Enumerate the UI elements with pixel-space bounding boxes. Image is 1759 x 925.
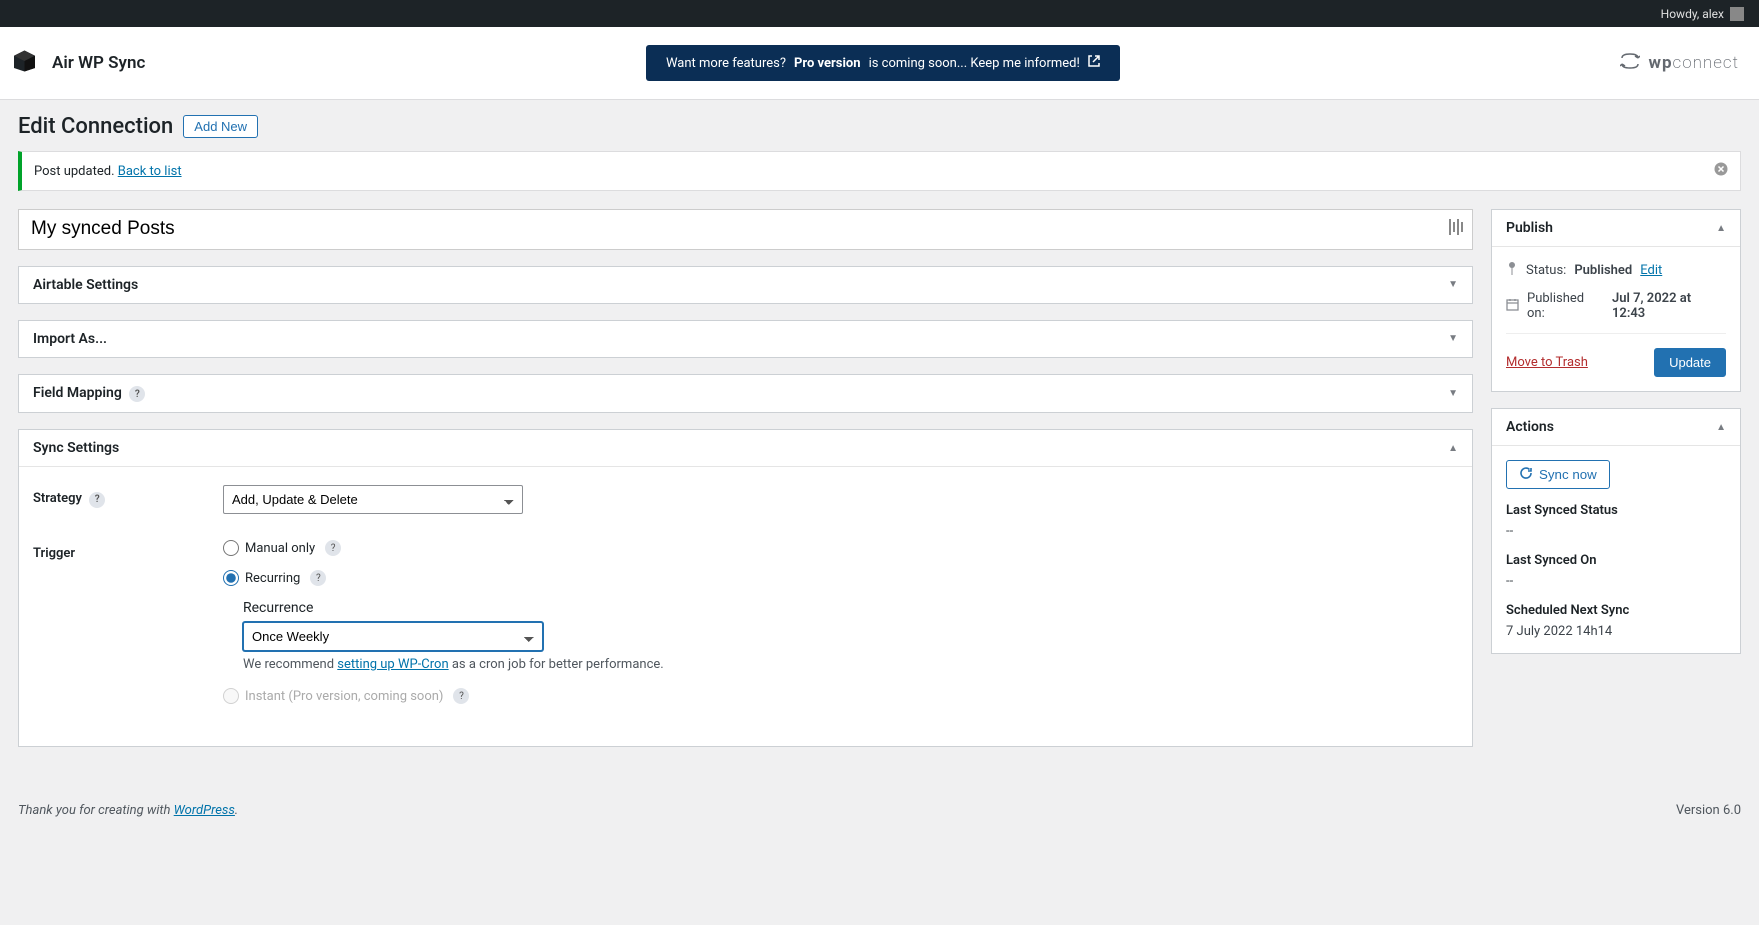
sync-settings-toggle[interactable]: Sync Settings ▲ [19,430,1472,466]
field-mapping-box: Field Mapping ? ▼ [18,374,1473,414]
trigger-manual-option[interactable]: Manual only ? [223,540,1458,556]
chevron-up-icon: ▲ [1716,223,1726,234]
admin-footer: Thank you for creating with WordPress. V… [0,763,1759,836]
admin-bar: Howdy, alex [0,0,1759,27]
wpc-connect: connect [1673,53,1739,73]
wpc-wp: wp [1648,53,1672,73]
title-toggle-icon[interactable] [1449,219,1463,239]
page-header: Edit Connection Add New [18,114,1741,139]
connection-title-input[interactable] [18,209,1473,250]
recurrence-select[interactable]: Once Weekly [243,622,543,651]
import-as-box: Import As... ▼ [18,320,1473,358]
import-as-title: Import As... [33,331,107,347]
back-to-list-link[interactable]: Back to list [118,164,182,179]
external-link-icon [1088,55,1100,71]
help-icon[interactable]: ? [453,688,469,704]
status-value: Published [1574,263,1632,278]
trigger-recurring-radio[interactable] [223,570,239,586]
brand-title: Air WP Sync [52,53,145,73]
banner-suffix: is coming soon... Keep me informed! [869,56,1080,71]
actions-box: Actions ▲ Sync now Last Synced Status --… [1491,408,1741,654]
trigger-manual-radio[interactable] [223,540,239,556]
trigger-manual-label: Manual only [245,541,315,556]
notice-success: Post updated. Back to list [18,151,1741,191]
title-input-wrap [18,209,1473,250]
sync-now-label: Sync now [1539,467,1597,482]
move-to-trash-link[interactable]: Move to Trash [1506,355,1588,370]
help-icon[interactable]: ? [325,540,341,556]
publish-title: Publish [1506,220,1553,236]
box-icon [14,49,42,77]
sync-settings-title: Sync Settings [33,440,119,456]
chevron-down-icon: ▼ [1448,279,1458,290]
dismiss-notice-button[interactable] [1714,162,1728,180]
trigger-instant-radio [223,688,239,704]
last-on-value: -- [1506,574,1726,589]
chevron-down-icon: ▼ [1448,333,1458,344]
notice-text: Post updated. [34,164,118,179]
import-as-toggle[interactable]: Import As... ▼ [19,321,1472,357]
recurrence-label: Recurrence [243,600,1458,616]
admin-greeting[interactable]: Howdy, alex [1661,7,1724,21]
publish-toggle[interactable]: Publish ▲ [1492,210,1740,246]
banner-prefix: Want more features? [666,56,786,71]
publish-box: Publish ▲ Status: Published Edit [1491,209,1741,392]
calendar-icon [1506,298,1519,315]
status-edit-link[interactable]: Edit [1640,263,1662,278]
wp-version: Version 6.0 [1676,803,1741,818]
status-label: Status: [1526,263,1566,278]
trigger-label: Trigger [33,540,223,561]
brand-bar: Air WP Sync Want more features? Pro vers… [0,27,1759,100]
last-status-label: Last Synced Status [1506,503,1726,518]
sync-arrows-icon [1620,53,1640,74]
pro-banner[interactable]: Want more features? Pro version is comin… [646,45,1120,81]
chevron-down-icon: ▼ [1448,388,1458,399]
page-title: Edit Connection [18,114,173,139]
chevron-up-icon: ▲ [1448,443,1458,454]
airtable-settings-toggle[interactable]: Airtable Settings ▼ [19,267,1472,303]
brand-left: Air WP Sync [14,49,145,77]
help-icon[interactable]: ? [310,570,326,586]
avatar[interactable] [1730,7,1744,21]
wordpress-link[interactable]: WordPress [174,803,235,818]
field-mapping-title: Field Mapping [33,385,122,401]
footer-thanks: Thank you for creating with [18,803,174,818]
last-status-value: -- [1506,524,1726,539]
trigger-recurring-label: Recurring [245,571,300,586]
banner-bold: Pro version [794,56,861,71]
airtable-settings-title: Airtable Settings [33,277,138,293]
chevron-up-icon: ▲ [1716,422,1726,433]
published-on-label: Published on: [1527,291,1604,321]
airtable-settings-box: Airtable Settings ▼ [18,266,1473,304]
pin-icon [1506,261,1518,279]
wp-cron-link[interactable]: setting up WP-Cron [337,657,448,672]
strategy-select[interactable]: Add, Update & Delete [223,485,523,514]
published-on-value: Jul 7, 2022 at 12:43 [1612,291,1726,321]
trigger-instant-label: Instant (Pro version, coming soon) [245,689,443,704]
trigger-instant-option: Instant (Pro version, coming soon) ? [223,688,1458,704]
strategy-label: Strategy ? [33,485,223,508]
actions-toggle[interactable]: Actions ▲ [1492,409,1740,445]
last-on-label: Last Synced On [1506,553,1726,568]
add-new-button[interactable]: Add New [183,115,258,138]
trigger-recurring-option[interactable]: Recurring ? [223,570,1458,586]
update-button[interactable]: Update [1654,348,1726,377]
sync-settings-box: Sync Settings ▲ Strategy ? Add, Update &… [18,429,1473,747]
sync-now-button[interactable]: Sync now [1506,460,1610,489]
help-icon[interactable]: ? [129,386,145,402]
next-sync-label: Scheduled Next Sync [1506,603,1726,618]
cron-hint: We recommend setting up WP-Cron as a cro… [243,657,1458,672]
field-mapping-toggle[interactable]: Field Mapping ? ▼ [19,375,1472,413]
actions-title: Actions [1506,419,1554,435]
refresh-icon [1519,466,1533,483]
next-sync-value: 7 July 2022 14h14 [1506,624,1726,639]
help-icon[interactable]: ? [89,492,105,508]
wpconnect-brand: wpconnect [1620,53,1739,74]
